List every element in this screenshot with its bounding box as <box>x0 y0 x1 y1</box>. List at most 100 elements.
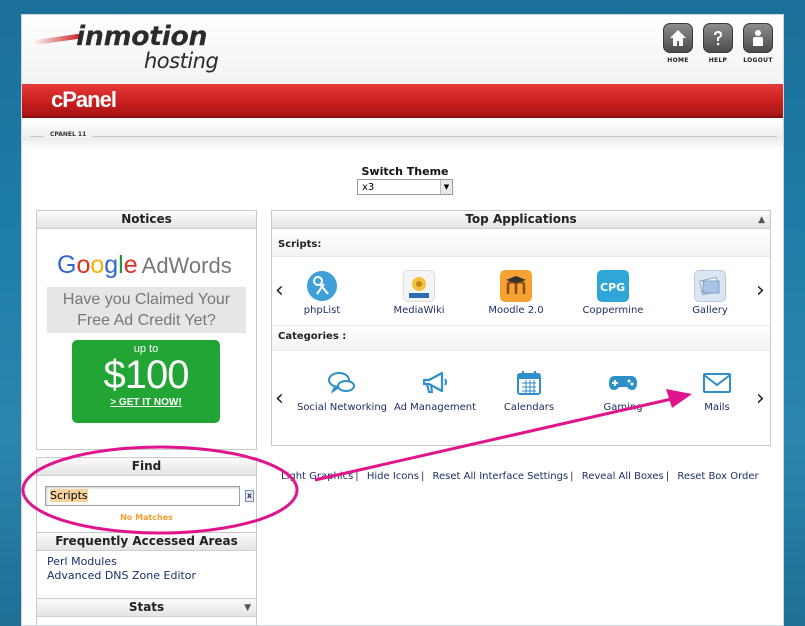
link-separator: | <box>420 471 425 482</box>
category-gaming[interactable]: Gaming <box>575 367 671 414</box>
top-nav: HOME HELP LOGOUT <box>661 23 775 64</box>
category-label: Ad Management <box>393 402 477 413</box>
cpanel-title-bar: cPanel <box>22 84 783 118</box>
cpanel-page: inmotion hosting HOME HELP LOGOUT cPanel… <box>21 14 784 626</box>
google-letter: G <box>57 251 77 279</box>
ad-amount: $100 <box>103 353 190 397</box>
google-letter: o <box>90 251 105 279</box>
category-label: Gaming <box>603 402 643 413</box>
inmotion-logo[interactable]: inmotion hosting <box>32 21 242 79</box>
app-label: MediaWiki <box>393 305 445 316</box>
cpanel-title: cPanel <box>51 87 117 112</box>
find-box: Find Scripts x No Matches <box>36 457 257 537</box>
top-applications-box: Top Applications ▲ Scripts: ‹ › phpList … <box>271 210 771 446</box>
phplist-icon <box>306 270 338 302</box>
calendar-icon <box>513 367 545 399</box>
frequent-areas-box: Frequently Accessed Areas Perl Modules A… <box>36 532 257 604</box>
logo-brand: inmotion <box>76 21 208 52</box>
collapse-triangle-icon[interactable]: ▲ <box>758 216 765 225</box>
coppermine-icon: CPG <box>597 270 629 302</box>
ad-claim-line2: Free Ad Credit Yet? <box>77 312 216 329</box>
app-label: phpList <box>303 305 341 316</box>
adwords-product: AdWords <box>141 253 232 278</box>
ad-credit-button[interactable]: up to $100 > GET IT NOW! <box>72 340 220 423</box>
top-applications-title-text: Top Applications <box>465 212 577 226</box>
breadcrumb-divider <box>30 136 777 137</box>
logout-button[interactable]: LOGOUT <box>741 23 775 64</box>
google-letter: g <box>104 251 119 279</box>
link-separator: | <box>355 471 359 482</box>
google-letter: e <box>123 251 138 279</box>
app-mediawiki[interactable]: MediaWiki <box>371 270 467 317</box>
app-moodle[interactable]: Moodle 2.0 <box>468 270 564 317</box>
site-header: inmotion hosting HOME HELP LOGOUT <box>22 15 783 85</box>
stats-title[interactable]: Stats ▼ <box>37 599 256 617</box>
find-title: Find <box>37 458 256 476</box>
logo-swoosh <box>32 33 80 46</box>
find-clear-button[interactable]: x <box>245 490 254 502</box>
frequent-link-perl-modules[interactable]: Perl Modules <box>47 555 246 569</box>
app-label: Gallery <box>692 305 728 316</box>
stats-box: Stats ▼ <box>36 598 257 625</box>
ad-claim-banner: Have you Claimed Your Free Ad Credit Yet… <box>47 287 246 333</box>
notices-box: Notices Google AdWords Have you Claimed Y… <box>36 210 257 450</box>
link-separator: | <box>665 471 670 482</box>
logout-icon <box>743 23 773 53</box>
home-button[interactable]: HOME <box>661 23 695 64</box>
category-ad-management[interactable]: Ad Management <box>387 367 483 414</box>
find-status: No Matches <box>120 513 173 522</box>
home-label: HOME <box>667 57 689 64</box>
adwords-logo: Google AdWords <box>57 251 232 280</box>
breadcrumb-bar: CPANEL 11 <box>22 120 783 150</box>
google-letter: o <box>76 251 91 279</box>
category-label: Social Networking <box>296 402 388 413</box>
home-icon <box>663 23 693 53</box>
ad-claim-line1: Have you Claimed Your <box>62 291 231 308</box>
moodle-icon <box>500 270 532 302</box>
top-applications-title[interactable]: Top Applications ▲ <box>272 211 770 229</box>
scripts-section-header <box>272 231 770 257</box>
reset-interface-link[interactable]: Reset All Interface Settings <box>433 471 569 482</box>
find-input[interactable]: Scripts <box>45 486 240 506</box>
mediawiki-icon <box>403 270 435 302</box>
light-graphics-link[interactable]: Light Graphics <box>281 471 353 482</box>
chevron-down-icon[interactable]: ▼ <box>440 180 452 194</box>
theme-selected-value: x3 <box>362 181 375 193</box>
theme-select[interactable]: x3 ▼ <box>357 179 453 195</box>
scripts-label: Scripts: <box>278 239 322 250</box>
breadcrumb[interactable]: CPANEL 11 <box>44 131 93 138</box>
logout-label: LOGOUT <box>743 57 773 64</box>
app-phplist[interactable]: phpList <box>274 270 370 317</box>
notices-title: Notices <box>37 211 256 229</box>
collapse-triangle-icon[interactable]: ▼ <box>244 604 251 613</box>
reset-box-order-link[interactable]: Reset Box Order <box>677 471 758 482</box>
categories-label: Categories : <box>278 331 347 342</box>
help-icon <box>703 23 733 53</box>
ad-get-it-now-link[interactable]: > GET IT NOW! <box>72 397 220 408</box>
app-label: Moodle 2.0 <box>488 305 544 316</box>
stats-title-text: Stats <box>128 600 165 614</box>
help-label: HELP <box>708 57 728 64</box>
logo-sub: hosting <box>144 49 219 73</box>
category-calendars[interactable]: Calendars <box>481 367 577 414</box>
categories-section-header <box>272 325 770 351</box>
interface-links: Light Graphics | Hide Icons | Reset All In… <box>281 471 759 482</box>
frequent-link-dns-zone-editor[interactable]: Advanced DNS Zone Editor <box>47 569 246 583</box>
chat-bubbles-icon <box>326 367 358 399</box>
frequent-areas-list: Perl Modules Advanced DNS Zone Editor <box>37 551 256 587</box>
category-mails[interactable]: Mails <box>669 367 765 414</box>
category-label: Mails <box>704 402 730 413</box>
link-separator: | <box>570 471 574 482</box>
help-button[interactable]: HELP <box>701 23 735 64</box>
reveal-boxes-link[interactable]: Reveal All Boxes <box>582 471 664 482</box>
theme-switcher: Switch Theme x3 ▼ <box>355 165 455 195</box>
app-gallery[interactable]: Gallery <box>662 270 758 317</box>
hide-icons-link[interactable]: Hide Icons <box>367 471 419 482</box>
frequent-areas-title: Frequently Accessed Areas <box>37 533 256 551</box>
envelope-icon <box>701 367 733 399</box>
categories-prev-arrow[interactable]: ‹ <box>275 388 284 410</box>
app-coppermine[interactable]: CPG Coppermine <box>565 270 661 317</box>
app-label: Coppermine <box>582 305 644 316</box>
category-social-networking[interactable]: Social Networking <box>294 367 390 414</box>
category-label: Calendars <box>503 402 555 413</box>
